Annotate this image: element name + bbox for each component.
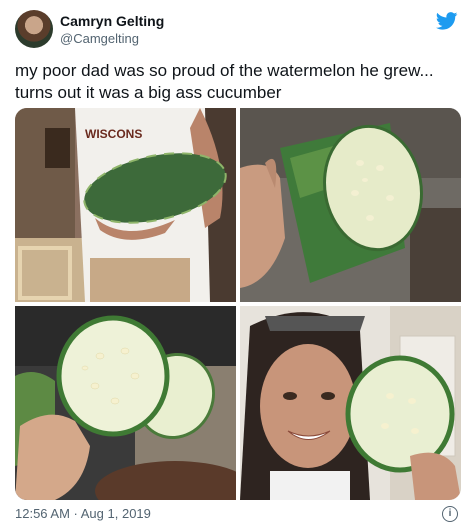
photo-2[interactable] <box>240 108 461 302</box>
author-name[interactable]: Camryn Gelting <box>60 13 164 29</box>
tweet-card: Camryn Gelting @Camgelting my poor dad w… <box>0 0 474 528</box>
info-icon[interactable]: i <box>442 506 458 522</box>
avatar[interactable] <box>15 10 53 48</box>
tweet-timestamp[interactable]: 12:56 AM · Aug 1, 2019 <box>15 506 151 521</box>
author-handle[interactable]: @Camgelting <box>60 31 139 46</box>
photo-1[interactable]: WISCONS <box>15 108 236 302</box>
svg-text:WISCONS: WISCONS <box>85 127 142 141</box>
photo-grid: WISCONS <box>15 108 461 500</box>
photo-3[interactable] <box>15 306 236 500</box>
twitter-bird-icon[interactable] <box>436 12 458 30</box>
tweet-text: my poor dad was so proud of the watermel… <box>15 61 434 102</box>
photo-4[interactable] <box>240 306 461 500</box>
